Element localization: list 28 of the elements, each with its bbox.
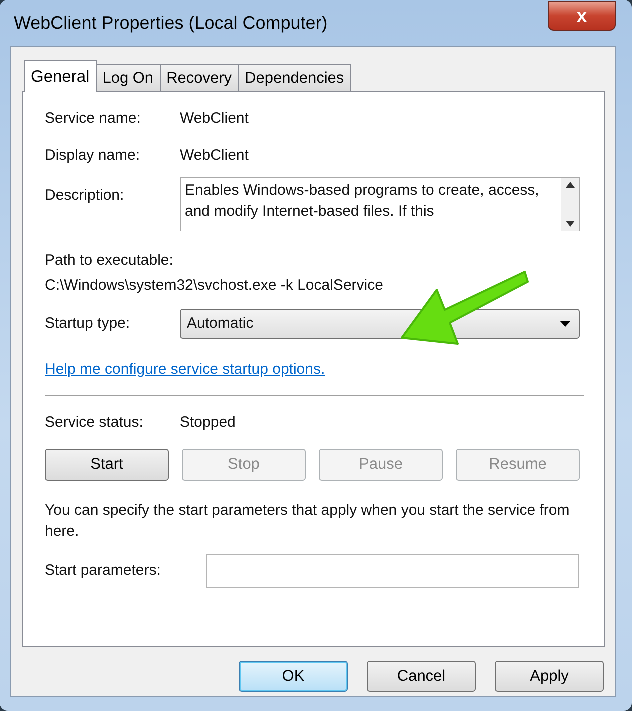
tab[interactable]: Dependencies xyxy=(238,64,352,91)
field-value: WebClient xyxy=(180,109,249,129)
tab[interactable]: General xyxy=(24,60,97,92)
field-label: Path to executable: xyxy=(45,251,174,271)
field-label: Startup type: xyxy=(45,314,132,334)
field-label: Start parameters: xyxy=(45,560,162,581)
field-label: Service status: xyxy=(45,412,144,432)
field-value: WebClient xyxy=(180,146,249,166)
status-value: Stopped xyxy=(180,412,236,432)
path-value: C:\Windows\system32\svchost.exe -k LocalService xyxy=(45,276,384,296)
service-button[interactable]: Start xyxy=(45,449,169,481)
scroll-down-icon[interactable] xyxy=(566,221,574,227)
start-parameters-field[interactable] xyxy=(206,554,579,588)
dialog-button[interactable]: OK xyxy=(239,661,348,692)
field-label: Display name: xyxy=(45,146,142,166)
dialog-button[interactable]: Apply xyxy=(495,661,604,692)
tab[interactable]: Recovery xyxy=(160,64,240,91)
field-label: Service name: xyxy=(45,109,142,129)
help-link[interactable]: Help me configure service startup options. xyxy=(45,361,326,378)
scroll-up-icon[interactable] xyxy=(566,182,574,188)
description-box: Enables Windows-based programs to create, access, and modify Internet-based files. If this xyxy=(180,177,580,231)
field-label: Description: xyxy=(45,186,126,206)
dialog-button[interactable]: Cancel xyxy=(367,661,476,692)
close-button[interactable]: x xyxy=(548,1,616,31)
window-title: WebClient Properties (Local Computer) xyxy=(14,12,328,35)
note-text: You can specify the start parameters that apply when you start the service from here. xyxy=(45,501,571,542)
dropdown-caret-icon xyxy=(560,321,571,327)
tab[interactable]: Log On xyxy=(96,64,161,91)
